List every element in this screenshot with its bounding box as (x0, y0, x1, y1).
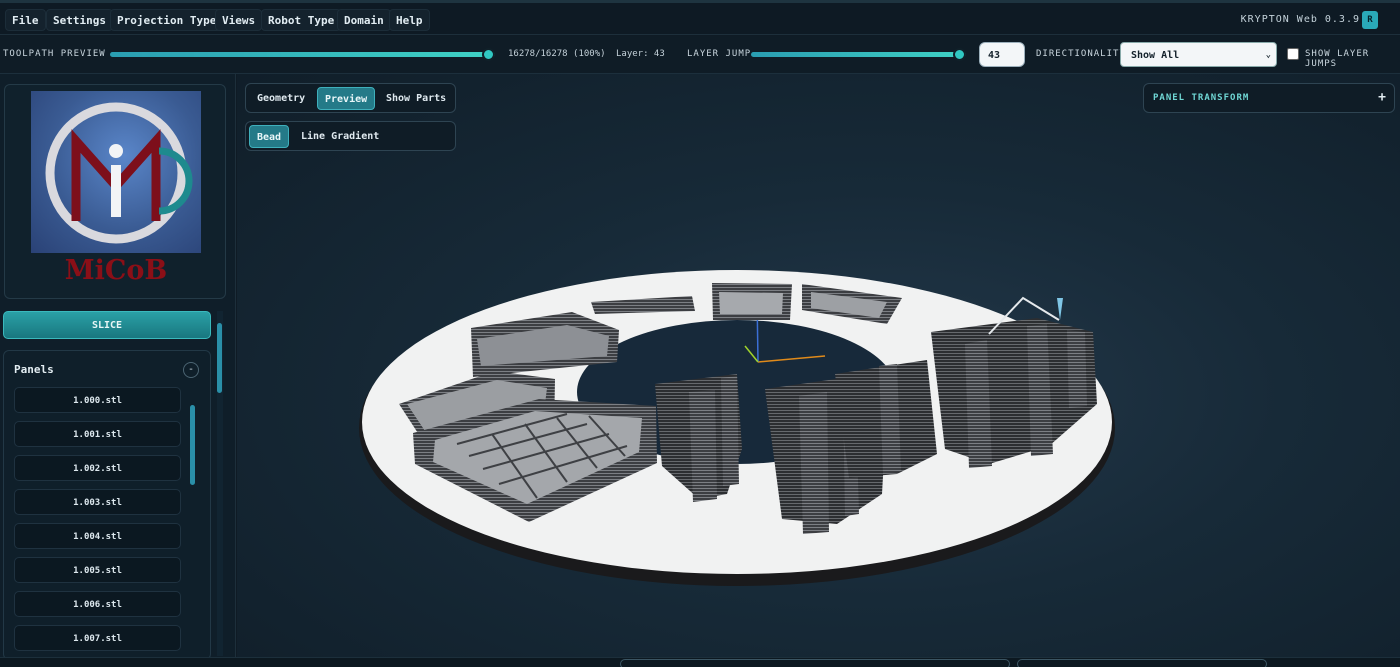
layer-jump-slider-thumb[interactable] (953, 48, 966, 61)
menu-domain[interactable]: Domain (337, 9, 391, 31)
panels-scrollbar[interactable] (190, 391, 196, 651)
logo-card: MiCoB (4, 84, 226, 299)
3d-viewport[interactable]: Geometry Preview Show Parts Bead Line Gr… (237, 74, 1400, 657)
layer-jump-input[interactable]: 43 (979, 42, 1025, 67)
tab-line-gradient[interactable]: Line Gradient (294, 125, 386, 148)
layer-jump-slider-track[interactable] (751, 52, 966, 57)
panels-collapse-button[interactable]: - (183, 362, 199, 378)
tab-preview[interactable]: Preview (317, 87, 376, 110)
panel-item[interactable]: 1.003.stl (14, 489, 181, 515)
toolpath-slider-thumb[interactable] (482, 48, 495, 61)
tab-show-parts[interactable]: Show Parts (379, 87, 453, 110)
sidebar: MiCoB SLICE Panels - 1.000.stl 1.001.stl… (0, 74, 236, 660)
panel-item[interactable]: 1.007.stl (14, 625, 181, 651)
panels-scrollbar-thumb[interactable] (190, 405, 195, 485)
panels-section: Panels - 1.000.stl 1.001.stl 1.002.stl 1… (3, 350, 211, 660)
toolpath-slider-track[interactable] (110, 52, 495, 57)
user-badge[interactable]: R (1362, 11, 1378, 29)
status-bar (0, 657, 1400, 667)
show-layer-jumps-label: SHOW LAYER JUMPS (1305, 49, 1370, 69)
panel-item[interactable]: 1.005.stl (14, 557, 181, 583)
micob-logo (31, 91, 201, 253)
menu-settings[interactable]: Settings (46, 9, 113, 31)
tab-bead[interactable]: Bead (249, 125, 290, 148)
menu-help[interactable]: Help (389, 9, 430, 31)
toolpath-scene[interactable] (237, 74, 1400, 657)
view-tab-group: Geometry Preview Show Parts (245, 83, 456, 113)
panel-item[interactable]: 1.002.stl (14, 455, 181, 481)
panel-item[interactable]: 1.000.stl (14, 387, 181, 413)
render-mode-group: Bead Line Gradient (245, 121, 456, 151)
status-message-pill (620, 659, 1010, 667)
app-version-title: KRYPTON Web 0.3.9 (1240, 14, 1360, 25)
tab-geometry[interactable]: Geometry (250, 87, 312, 110)
menu-robot-type[interactable]: Robot Type (261, 9, 342, 31)
directionality-label: DIRECTIONALITY (1036, 49, 1126, 59)
directionality-value: Show All (1131, 50, 1180, 61)
panel-item[interactable]: 1.004.stl (14, 523, 181, 549)
layer-jump-label: LAYER JUMP (687, 49, 752, 59)
chevron-down-icon: ⌄ (1265, 50, 1271, 60)
panel-item[interactable]: 1.001.stl (14, 421, 181, 447)
panel-transform-label: PANEL TRANSFORM (1153, 93, 1250, 103)
expand-icon[interactable]: + (1378, 90, 1386, 105)
panels-title: Panels (14, 363, 54, 376)
toolpath-preview-label: TOOLPATH PREVIEW (3, 49, 106, 59)
preview-toolbar: TOOLPATH PREVIEW 16278/16278 (100%) Laye… (0, 36, 1400, 74)
robot-nozzle-icon (1057, 298, 1063, 320)
toolpath-progress-text: 16278/16278 (100%) (508, 49, 606, 59)
sidebar-scrollbar-thumb[interactable] (217, 323, 222, 393)
status-gradient-pill (1017, 659, 1267, 667)
menu-file[interactable]: File (5, 9, 46, 31)
logo-wordmark: MiCoB (64, 255, 168, 286)
menu-projection-type[interactable]: Projection Type (110, 9, 224, 31)
layer-readout: Layer: 43 (616, 49, 665, 59)
panel-transform-header[interactable]: PANEL TRANSFORM + (1143, 83, 1395, 113)
menu-bar: File Settings Projection Type Views Robo… (0, 3, 1400, 35)
menu-views[interactable]: Views (215, 9, 263, 31)
directionality-select[interactable]: Show All ⌄ (1120, 42, 1277, 67)
slice-button[interactable]: SLICE (3, 311, 211, 339)
show-layer-jumps-checkbox[interactable] (1287, 48, 1299, 60)
panel-item[interactable]: 1.006.stl (14, 591, 181, 617)
sidebar-scrollbar[interactable] (217, 311, 223, 656)
